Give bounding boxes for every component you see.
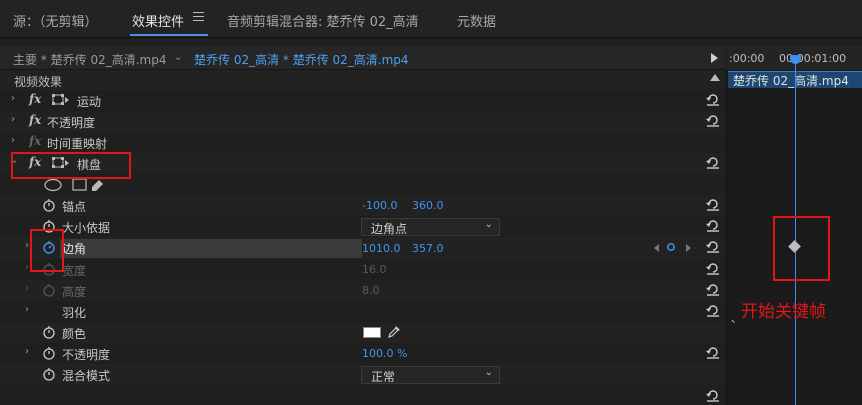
video-effects-label: 视频效果 xyxy=(14,75,63,89)
param-row-color: 颜色 xyxy=(0,322,725,343)
param-label-blend-mode: 混合模式 xyxy=(62,369,111,383)
tab-source[interactable]: 源：（无剪辑） xyxy=(13,11,98,30)
video-effects-header xyxy=(0,70,725,90)
blend-mode-value: 正常 xyxy=(371,370,396,384)
reset-icon[interactable] xyxy=(706,93,720,106)
opacity-value[interactable]: 100.0 % xyxy=(362,347,407,360)
prev-keyframe-icon[interactable] xyxy=(654,244,659,252)
param-label-width: 宽度 xyxy=(62,264,87,278)
param-row-anchor: 锚点 -100.0 360.0 xyxy=(0,195,725,216)
ruler-tick-start: :00:00 xyxy=(729,52,765,65)
param-label-anchor: 锚点 xyxy=(62,200,87,214)
panel-tab-bar: 源：（无剪辑） 效果控件 音频剪辑混合器: 楚乔传 02_高清 元数据 xyxy=(0,0,862,38)
fx-icon: fx xyxy=(29,134,42,148)
reset-icon[interactable] xyxy=(706,262,720,275)
master-clip-label[interactable]: 主要 * 楚乔传 02_高清.mp4 xyxy=(13,51,166,68)
play-icon[interactable] xyxy=(711,53,718,63)
effect-label-opacity: 不透明度 xyxy=(47,116,96,130)
expand-caret-icon: › xyxy=(25,262,29,273)
height-value: 8.0 xyxy=(362,284,380,297)
size-from-dropdown[interactable]: 边角点 ⌄ xyxy=(361,218,500,236)
corner-x-value[interactable]: 1010.0 xyxy=(362,242,401,255)
reset-icon[interactable] xyxy=(706,198,720,211)
size-from-value: 边角点 xyxy=(371,222,408,236)
param-label-opacity: 不透明度 xyxy=(62,348,111,362)
corner-row-highlight xyxy=(60,239,362,258)
param-row-feather: › 羽化 xyxy=(0,301,725,322)
reset-icon[interactable] xyxy=(706,283,720,296)
stopwatch-icon xyxy=(43,284,55,297)
fx-icon[interactable]: fx xyxy=(29,113,41,127)
expand-caret-icon: › xyxy=(25,283,29,294)
reset-icon[interactable] xyxy=(706,156,720,169)
param-row-size-from: 大小依据 边角点 ⌄ xyxy=(0,216,725,237)
chevron-down-icon[interactable]: ⌄ xyxy=(174,52,182,63)
effect-row-time-remap[interactable]: › fx 时间重映射 xyxy=(0,132,725,153)
width-value: 16.0 xyxy=(362,263,387,276)
param-label-corner: 边角 xyxy=(62,242,87,256)
reset-icon[interactable] xyxy=(706,346,720,359)
expand-caret-icon[interactable]: › xyxy=(25,346,29,357)
param-label-color: 颜色 xyxy=(62,327,87,341)
anchor-x-value[interactable]: -100.0 xyxy=(362,199,397,212)
fx-icon[interactable]: fx xyxy=(29,92,41,106)
stopwatch-icon[interactable] xyxy=(43,198,55,212)
expand-caret-icon[interactable]: › xyxy=(11,114,15,125)
active-tab-indicator xyxy=(130,34,208,36)
param-label-feather: 羽化 xyxy=(62,306,87,320)
param-row-width: › 宽度 16.0 xyxy=(0,259,725,280)
chevron-down-icon: ⌄ xyxy=(484,219,493,230)
reset-icon[interactable] xyxy=(706,240,720,253)
tab-menu-icon[interactable] xyxy=(193,12,204,24)
expand-caret-icon[interactable]: › xyxy=(11,93,15,104)
reset-icon[interactable] xyxy=(706,304,720,317)
effect-label-time-remap: 时间重映射 xyxy=(47,137,108,151)
tab-audio-clip-mixer[interactable]: 音频剪辑混合器: 楚乔传 02_高清 xyxy=(227,11,419,30)
anchor-y-value[interactable]: 360.0 xyxy=(412,199,444,212)
expand-caret-icon[interactable]: › xyxy=(25,304,29,315)
reset-icon[interactable] xyxy=(706,114,720,127)
param-row-blend-mode: 混合模式 正常 ⌄ xyxy=(0,364,725,385)
expand-caret-icon[interactable]: › xyxy=(11,135,15,146)
chevron-down-icon: ⌄ xyxy=(484,367,493,378)
transform-icon[interactable] xyxy=(52,94,70,106)
param-row-height: › 高度 8.0 xyxy=(0,280,725,301)
expand-caret-icon[interactable]: › xyxy=(25,240,29,251)
annotation-text: 开始关键帧 xyxy=(741,302,826,322)
param-row-opacity: › 不透明度 100.0 % xyxy=(0,343,725,364)
param-label-height: 高度 xyxy=(62,285,87,299)
reset-icon[interactable] xyxy=(706,219,720,232)
annotation-box-keyframe xyxy=(773,216,830,281)
sequence-clip-label[interactable]: 楚乔传 02_高清 * 楚乔传 02_高清.mp4 xyxy=(194,51,409,68)
tab-effect-controls[interactable]: 效果控件 xyxy=(132,11,184,30)
stopwatch-icon[interactable] xyxy=(43,346,55,360)
annotation-box-stopwatch xyxy=(30,229,64,272)
stopwatch-icon[interactable] xyxy=(43,325,55,339)
clip-bar-label: 楚乔传 02_高清.mp4 xyxy=(733,74,849,88)
next-keyframe-icon[interactable] xyxy=(686,244,691,252)
stopwatch-icon[interactable] xyxy=(43,367,55,381)
effect-row-opacity[interactable]: › fx 不透明度 xyxy=(0,111,725,132)
corner-y-value[interactable]: 357.0 xyxy=(412,242,444,255)
color-swatch[interactable] xyxy=(363,327,381,338)
reset-icon[interactable] xyxy=(706,389,720,402)
mask-shape-icons[interactable] xyxy=(44,178,104,192)
eyedropper-icon[interactable] xyxy=(387,325,401,339)
effect-row-motion[interactable]: › fx 运动 xyxy=(0,90,725,111)
collapse-section-icon[interactable] xyxy=(710,74,720,81)
param-label-size-from: 大小依据 xyxy=(62,221,111,235)
add-keyframe-icon[interactable] xyxy=(666,242,676,252)
annotation-box-checkerboard xyxy=(11,152,131,179)
tab-metadata[interactable]: 元数据 xyxy=(457,11,496,30)
blend-mode-dropdown[interactable]: 正常 ⌄ xyxy=(361,366,500,384)
effect-label-motion: 运动 xyxy=(77,95,102,109)
